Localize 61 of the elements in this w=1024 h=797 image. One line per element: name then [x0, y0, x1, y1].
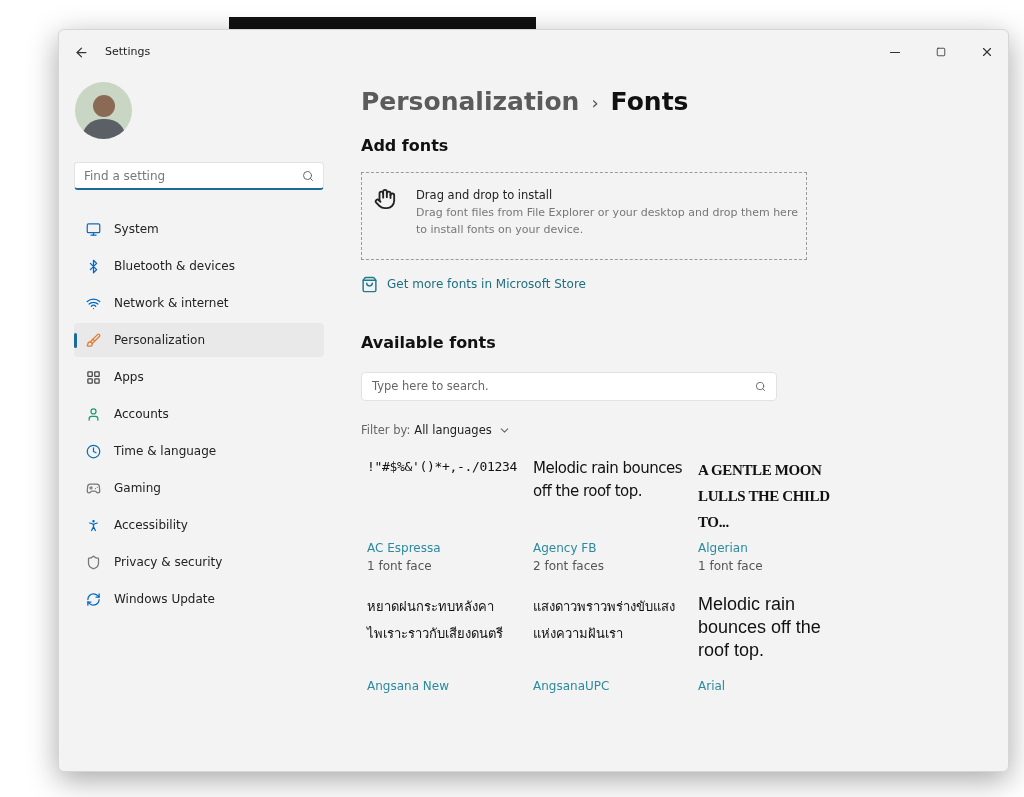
font-sample: A GENTLE MOON LULLS THE CHILD TO...	[698, 461, 831, 533]
search-input[interactable]: Find a setting	[84, 166, 302, 185]
sidebar-item[interactable]: Apps	[74, 360, 324, 394]
font-sample: !"#$%&'()*+,-./01234	[367, 458, 519, 477]
font-name[interactable]: Arial	[698, 677, 726, 696]
sidebar-item[interactable]: Time & language	[74, 434, 324, 468]
font-sample: แสงดาวพราวพร่างขับแสง แห่งความฝันเรา	[533, 598, 676, 644]
font-search-input[interactable]: Type here to search.	[372, 377, 755, 396]
drop-description: Drag font files from File Explorer or your desktop and drop them here to install fonts on your device.	[416, 205, 799, 239]
window-title: Settings	[105, 43, 151, 60]
sidebar-item[interactable]: Windows Update	[74, 582, 324, 616]
avatar[interactable]	[75, 82, 132, 139]
clock-icon	[86, 443, 101, 459]
shield-icon	[86, 554, 101, 570]
person-icon	[86, 406, 101, 422]
font-name[interactable]: AngsanaUPC	[533, 677, 610, 696]
breadcrumb-parent[interactable]: Personalization	[361, 83, 580, 121]
section-heading: Add fonts	[361, 135, 450, 157]
breadcrumb-separator: ›	[591, 90, 599, 115]
apps-grid-icon	[86, 369, 101, 385]
font-name[interactable]: Algerian	[698, 539, 748, 558]
selection-indicator	[74, 333, 77, 348]
font-face-count: 1 font face	[367, 558, 432, 576]
brush-icon	[86, 332, 101, 348]
sidebar-item[interactable]: Accessibility	[74, 508, 324, 542]
wifi-icon	[86, 295, 101, 311]
drop-zone[interactable]: Drag and drop to install Drag font files from File Explorer or your desktop and drop them here to install fonts on your device.	[361, 172, 807, 260]
sidebar-item[interactable]: System	[74, 212, 324, 246]
font-name[interactable]: Angsana New	[367, 677, 449, 696]
sidebar-item[interactable]: Personalization	[74, 323, 324, 357]
font-face-count: 2 font faces	[533, 558, 604, 576]
font-face-count: 1 font face	[698, 558, 763, 576]
update-arrows-icon	[86, 591, 101, 607]
monitor-icon	[86, 221, 101, 237]
store-bag-icon	[361, 275, 378, 293]
sidebar-item[interactable]: Network & internet	[74, 286, 324, 320]
drop-title: Drag and drop to install	[416, 187, 554, 204]
font-sample: หยาดฝนกระทบหลังคา ไพเราะราวกับเสียงดนตรี	[367, 598, 504, 644]
minimize-icon	[890, 51, 900, 53]
section-heading: Available fonts	[361, 332, 497, 354]
sidebar-item[interactable]: Bluetooth & devices	[74, 249, 324, 283]
accessibility-figure-icon	[86, 517, 101, 533]
filter-dropdown[interactable]: All languages	[414, 422, 511, 440]
font-sample: Melodic rain bounces off the roof top.	[698, 593, 822, 663]
sidebar-item[interactable]: Gaming	[74, 471, 324, 505]
page-title: Fonts	[610, 86, 689, 119]
filter-label: Filter by:	[361, 422, 411, 439]
close-icon	[980, 45, 994, 59]
font-search-field[interactable]: Type here to search.	[361, 372, 777, 401]
sidebar-item[interactable]: Privacy & security	[74, 545, 324, 579]
store-link[interactable]: Get more fonts in Microsoft Store	[387, 275, 586, 293]
font-name[interactable]: Agency FB	[533, 539, 597, 558]
font-name[interactable]: AC Espressa	[367, 539, 441, 558]
maximize-icon	[936, 47, 946, 57]
search-field[interactable]: Find a setting	[74, 162, 324, 190]
gamepad-icon	[86, 480, 101, 496]
search-icon	[302, 169, 314, 182]
sidebar-item[interactable]: Accounts	[74, 397, 324, 431]
hand-pointer-icon	[374, 188, 396, 210]
font-sample: Melodic rain bounces off the roof top.	[533, 458, 684, 503]
search-icon	[755, 381, 766, 392]
